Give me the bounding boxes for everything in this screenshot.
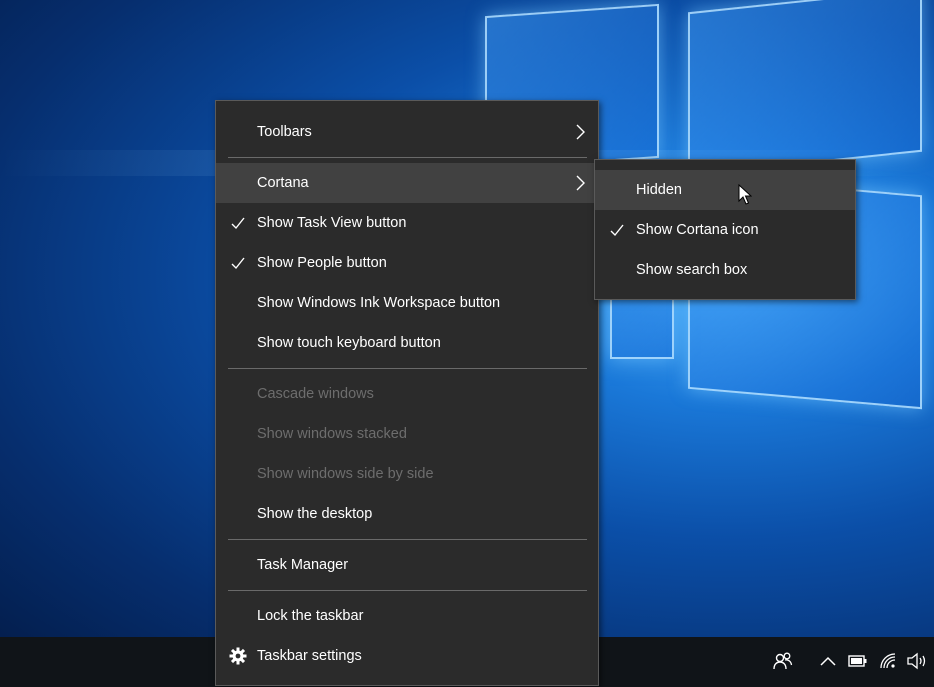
menu-item-label: Show the desktop [257, 506, 373, 522]
checkmark-icon [610, 224, 624, 237]
cortana-submenu: Hidden Show Cortana icon Show search box [594, 159, 856, 300]
menu-item-label: Show windows side by side [257, 466, 434, 482]
menu-item-taskbar-settings[interactable]: Taskbar settings [216, 636, 598, 676]
menu-item-cascade-windows: Cascade windows [216, 374, 598, 414]
wifi-icon[interactable] [879, 652, 899, 670]
menu-separator [228, 157, 587, 158]
gear-icon [229, 647, 247, 665]
submenu-item-show-search-box[interactable]: Show search box [595, 250, 855, 290]
chevron-right-icon [576, 124, 585, 140]
menu-item-show-task-view-button[interactable]: Show Task View button [216, 203, 598, 243]
menu-item-show-people-button[interactable]: Show People button [216, 243, 598, 283]
people-icon[interactable] [772, 651, 794, 673]
menu-item-label: Lock the taskbar [257, 608, 364, 624]
menu-item-label: Show People button [257, 255, 387, 271]
volume-icon[interactable] [906, 652, 930, 670]
taskbar-context-menu: Toolbars Cortana Show Task View button S… [215, 100, 599, 686]
menu-item-label: Task Manager [257, 557, 349, 573]
menu-item-label: Cortana [257, 175, 309, 191]
mouse-cursor-icon [738, 184, 752, 205]
menu-item-show-the-desktop[interactable]: Show the desktop [216, 494, 598, 534]
menu-separator [228, 539, 587, 540]
menu-item-label: Cascade windows [257, 386, 374, 402]
chevron-right-icon [576, 175, 585, 191]
menu-item-label: Show Task View button [257, 215, 407, 231]
menu-item-label: Show windows stacked [257, 426, 407, 442]
menu-separator [228, 590, 587, 591]
battery-icon[interactable] [848, 654, 868, 668]
menu-item-label: Taskbar settings [257, 648, 362, 664]
menu-item-toolbars[interactable]: Toolbars [216, 112, 598, 152]
menu-item-label: Show touch keyboard button [257, 335, 441, 351]
checkmark-icon [231, 257, 245, 270]
menu-item-show-windows-stacked: Show windows stacked [216, 414, 598, 454]
menu-item-show-windows-side-by-side: Show windows side by side [216, 454, 598, 494]
menu-item-label: Show Windows Ink Workspace button [257, 295, 501, 311]
menu-item-label: Toolbars [257, 124, 312, 140]
menu-item-task-manager[interactable]: Task Manager [216, 545, 598, 585]
submenu-item-label: Show search box [636, 262, 748, 278]
menu-item-lock-the-taskbar[interactable]: Lock the taskbar [216, 596, 598, 636]
chevron-up-icon[interactable] [820, 655, 836, 667]
checkmark-icon [231, 217, 245, 230]
submenu-item-label: Show Cortana icon [636, 222, 759, 238]
submenu-item-label: Hidden [636, 182, 682, 198]
submenu-item-hidden[interactable]: Hidden [595, 170, 855, 210]
menu-item-show-touch-keyboard-button[interactable]: Show touch keyboard button [216, 323, 598, 363]
wallpaper-window-pane [688, 0, 922, 177]
menu-separator [228, 368, 587, 369]
menu-item-show-windows-ink-workspace-button[interactable]: Show Windows Ink Workspace button [216, 283, 598, 323]
menu-item-cortana[interactable]: Cortana [216, 163, 598, 203]
submenu-item-show-cortana-icon[interactable]: Show Cortana icon [595, 210, 855, 250]
